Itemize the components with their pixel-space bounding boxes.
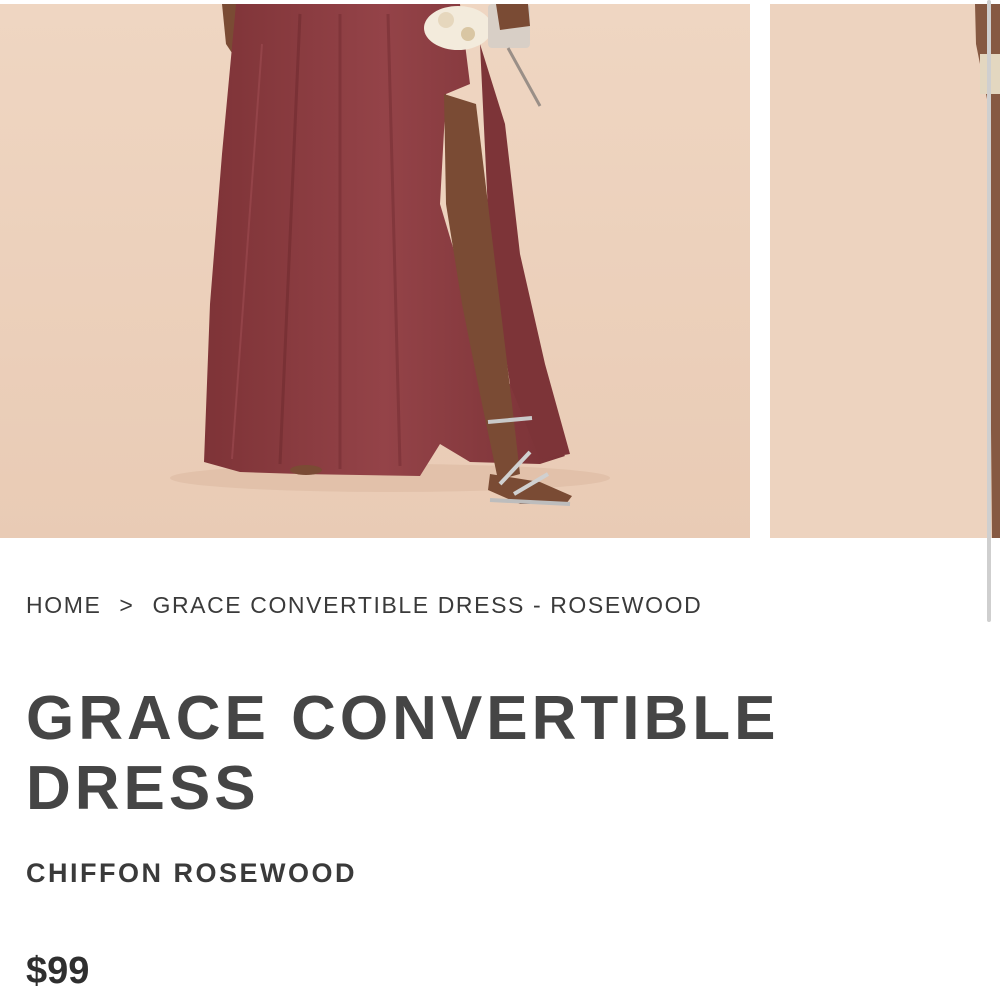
product-title: GRACE CONVERTIBLE DRESS: [26, 684, 780, 823]
next-photo: [770, 4, 1000, 538]
breadcrumb-home-link[interactable]: HOME: [26, 592, 101, 618]
breadcrumb-current: GRACE CONVERTIBLE DRESS - ROSEWOOD: [152, 592, 703, 618]
breadcrumb-separator: >: [119, 592, 135, 618]
product-image-main[interactable]: [0, 4, 750, 538]
product-image-gallery[interactable]: [0, 0, 1000, 540]
product-image-next[interactable]: [770, 4, 1000, 538]
dress-photo: [0, 4, 750, 538]
product-fabric-color: CHIFFON ROSEWOOD: [26, 858, 357, 888]
breadcrumb: HOME > GRACE CONVERTIBLE DRESS - ROSEWOOD: [26, 592, 702, 619]
product-price: $99: [26, 950, 90, 992]
page-scrollbar[interactable]: [987, 0, 991, 622]
